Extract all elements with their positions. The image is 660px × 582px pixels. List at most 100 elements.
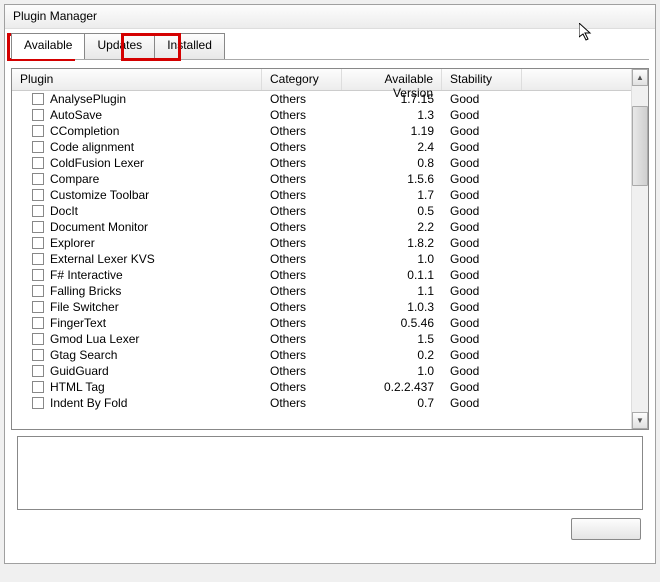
table-row[interactable]: AnalysePluginOthers1.7.15Good	[12, 91, 631, 107]
plugin-stability: Good	[442, 380, 522, 394]
plugin-name: AnalysePlugin	[50, 92, 126, 106]
header-plugin[interactable]: Plugin	[12, 69, 262, 90]
plugin-checkbox[interactable]	[32, 253, 44, 265]
plugin-checkbox[interactable]	[32, 365, 44, 377]
plugin-checkbox[interactable]	[32, 301, 44, 313]
plugin-stability: Good	[442, 300, 522, 314]
plugin-category: Others	[262, 284, 342, 298]
header-version[interactable]: Available Version	[342, 69, 442, 90]
plugin-category: Others	[262, 188, 342, 202]
plugin-checkbox[interactable]	[32, 397, 44, 409]
plugin-stability: Good	[442, 92, 522, 106]
plugin-version: 1.0	[342, 364, 442, 378]
plugin-version: 0.5	[342, 204, 442, 218]
plugin-version: 0.1.1	[342, 268, 442, 282]
plugin-checkbox[interactable]	[32, 285, 44, 297]
scroll-thumb[interactable]	[632, 106, 648, 186]
plugin-stability: Good	[442, 364, 522, 378]
plugin-stability: Good	[442, 204, 522, 218]
plugin-version: 1.8.2	[342, 236, 442, 250]
plugin-category: Others	[262, 300, 342, 314]
scroll-down-icon[interactable]: ▼	[632, 412, 648, 429]
table-row[interactable]: ExplorerOthers1.8.2Good	[12, 235, 631, 251]
plugin-name: Customize Toolbar	[50, 188, 149, 202]
table-row[interactable]: Indent By FoldOthers0.7Good	[12, 395, 631, 411]
plugin-stability: Good	[442, 396, 522, 410]
table-row[interactable]: Falling BricksOthers1.1Good	[12, 283, 631, 299]
plugin-stability: Good	[442, 252, 522, 266]
table-row[interactable]: AutoSaveOthers1.3Good	[12, 107, 631, 123]
plugin-checkbox[interactable]	[32, 205, 44, 217]
plugin-category: Others	[262, 364, 342, 378]
table-row[interactable]: Gmod Lua LexerOthers1.5Good	[12, 331, 631, 347]
plugin-manager-window: Plugin Manager Available Updates Install…	[4, 4, 656, 564]
plugin-version: 1.0.3	[342, 300, 442, 314]
plugin-stability: Good	[442, 348, 522, 362]
table-row[interactable]: F# InteractiveOthers0.1.1Good	[12, 267, 631, 283]
vertical-scrollbar[interactable]: ▲ ▼	[631, 69, 648, 429]
plugin-checkbox[interactable]	[32, 141, 44, 153]
plugin-category: Others	[262, 252, 342, 266]
tab-installed[interactable]: Installed	[154, 33, 225, 59]
install-button[interactable]	[571, 518, 641, 540]
plugin-name: F# Interactive	[50, 268, 123, 282]
plugin-category: Others	[262, 172, 342, 186]
table-row[interactable]: Gtag SearchOthers0.2Good	[12, 347, 631, 363]
plugin-category: Others	[262, 316, 342, 330]
header-stability[interactable]: Stability	[442, 69, 522, 90]
plugin-checkbox[interactable]	[32, 125, 44, 137]
plugin-version: 1.0	[342, 252, 442, 266]
tab-strip: Available Updates Installed	[5, 29, 655, 59]
table-row[interactable]: DocIt Others0.5Good	[12, 203, 631, 219]
plugin-version: 2.2	[342, 220, 442, 234]
plugin-category: Others	[262, 220, 342, 234]
plugin-checkbox[interactable]	[32, 237, 44, 249]
table-row[interactable]: Code alignmentOthers2.4Good	[12, 139, 631, 155]
header-category[interactable]: Category	[262, 69, 342, 90]
table-row[interactable]: Customize ToolbarOthers1.7Good	[12, 187, 631, 203]
tab-available[interactable]: Available	[11, 33, 85, 59]
plugin-checkbox[interactable]	[32, 189, 44, 201]
plugin-checkbox[interactable]	[32, 333, 44, 345]
plugin-stability: Good	[442, 140, 522, 154]
table-row[interactable]: CCompletionOthers1.19Good	[12, 123, 631, 139]
plugin-checkbox[interactable]	[32, 93, 44, 105]
plugin-checkbox[interactable]	[32, 157, 44, 169]
plugin-name: FingerText	[50, 316, 106, 330]
plugin-stability: Good	[442, 268, 522, 282]
plugin-checkbox[interactable]	[32, 173, 44, 185]
plugin-checkbox[interactable]	[32, 269, 44, 281]
table-row[interactable]: File Switcher Others1.0.3Good	[12, 299, 631, 315]
plugin-category: Others	[262, 92, 342, 106]
plugin-name: CCompletion	[50, 124, 119, 138]
plugin-name: Gtag Search	[50, 348, 117, 362]
table-row[interactable]: External Lexer KVS Others1.0Good	[12, 251, 631, 267]
table-row[interactable]: Document MonitorOthers2.2Good	[12, 219, 631, 235]
table-row[interactable]: FingerTextOthers0.5.46Good	[12, 315, 631, 331]
plugin-checkbox[interactable]	[32, 109, 44, 121]
button-row	[11, 510, 649, 548]
table-row[interactable]: GuidGuard Others1.0Good	[12, 363, 631, 379]
scroll-track[interactable]	[632, 86, 648, 412]
plugin-checkbox[interactable]	[32, 381, 44, 393]
plugin-version: 1.5.6	[342, 172, 442, 186]
plugin-checkbox[interactable]	[32, 349, 44, 361]
plugin-checkbox[interactable]	[32, 317, 44, 329]
plugin-name: File Switcher	[50, 300, 119, 314]
plugin-category: Others	[262, 204, 342, 218]
plugin-name: GuidGuard	[50, 364, 109, 378]
plugin-name: AutoSave	[50, 108, 102, 122]
table-row[interactable]: ColdFusion LexerOthers0.8Good	[12, 155, 631, 171]
tab-updates[interactable]: Updates	[84, 33, 155, 59]
plugin-category: Others	[262, 236, 342, 250]
scroll-up-icon[interactable]: ▲	[632, 69, 648, 86]
plugin-name: DocIt	[50, 204, 78, 218]
plugin-version: 0.5.46	[342, 316, 442, 330]
plugin-version: 0.7	[342, 396, 442, 410]
plugin-name: Code alignment	[50, 140, 134, 154]
plugin-checkbox[interactable]	[32, 221, 44, 233]
plugin-name: External Lexer KVS	[50, 252, 155, 266]
table-row[interactable]: HTML TagOthers0.2.2.437Good	[12, 379, 631, 395]
plugin-category: Others	[262, 156, 342, 170]
table-row[interactable]: CompareOthers1.5.6Good	[12, 171, 631, 187]
